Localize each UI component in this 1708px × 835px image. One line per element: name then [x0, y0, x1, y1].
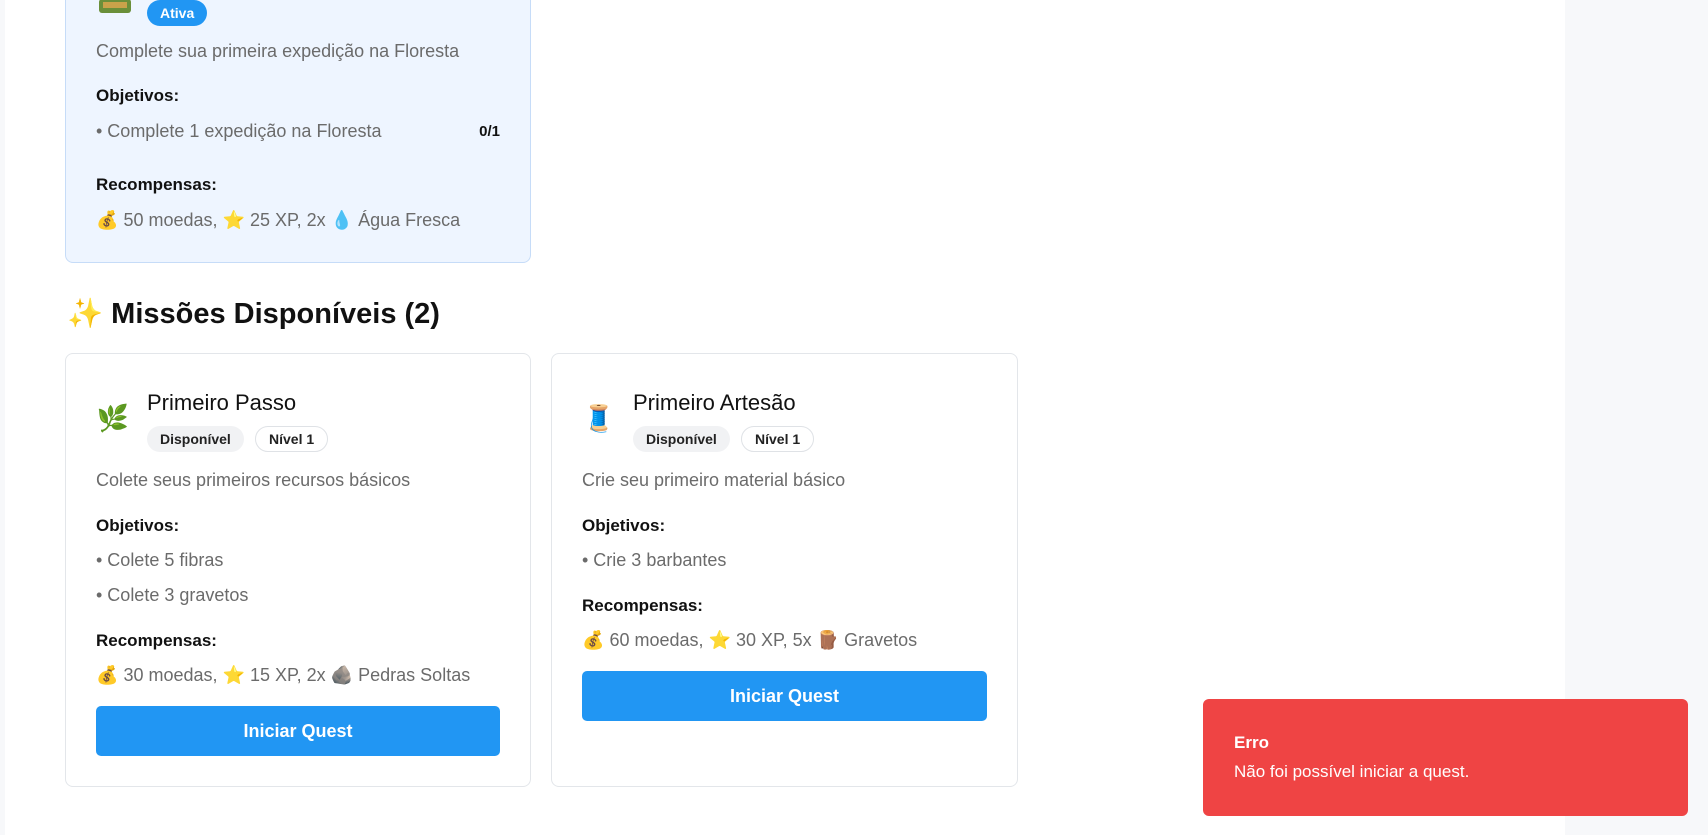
rewards-line: 💰 30 moedas, ⭐ 15 XP, 2x 🪨 Pedras Soltas — [96, 665, 470, 686]
reward-item: Água Fresca — [358, 210, 461, 230]
herb-icon: 🌿 — [96, 404, 130, 434]
objective-item: • Colete 3 gravetos — [96, 585, 249, 605]
sparkles-icon: ✨ — [67, 296, 104, 330]
quest-description: Colete seus primeiros recursos básicos — [96, 470, 411, 490]
log-icon: 🪵 — [816, 630, 840, 651]
rewards-label: Recompensas: — [96, 175, 217, 194]
thread-spool-icon: 🧵 — [582, 404, 616, 434]
objectives-label: Objetivos: — [96, 516, 180, 535]
level-badge: Nível 1 — [255, 426, 329, 452]
objective-progress: 0/1 — [479, 123, 500, 140]
quest-title: Primeiro Passo — [147, 390, 297, 415]
status-badge: Ativa — [147, 0, 208, 26]
level-badge: Nível 1 — [741, 426, 815, 452]
objectives-label: Objetivos: — [582, 516, 666, 535]
rewards-label: Recompensas: — [96, 631, 217, 650]
quest-description: Complete sua primeira expedição na Flore… — [96, 41, 460, 61]
objective-item: • Complete 1 expedição na Floresta — [96, 121, 382, 141]
toast-message: Não foi possível iniciar a quest. — [1234, 762, 1470, 781]
status-badge: Disponível — [633, 426, 730, 452]
available-missions-title: ✨ Missões Disponíveis (2) — [67, 296, 440, 331]
quest-title: Primeiro Artesão — [633, 390, 796, 415]
reward-item: Gravetos — [844, 630, 918, 650]
quest-description: Crie seu primeiro material básico — [582, 470, 846, 490]
reward-item: Pedras Soltas — [358, 665, 471, 685]
active-quest-card: Ativa Complete sua primeira expedição na… — [65, 0, 531, 263]
rewards-line: 💰 50 moedas, ⭐ 25 XP, 2x 💧 Água Fresca — [96, 210, 460, 231]
rewards-line: 💰 60 moedas, ⭐ 30 XP, 5x 🪵 Gravetos — [582, 630, 917, 651]
status-badge: Disponível — [147, 426, 244, 452]
reward-coins: 60 moedas, — [609, 630, 704, 650]
reward-xp: 30 XP, 5x — [735, 630, 812, 650]
star-icon: ⭐ — [222, 210, 245, 231]
rock-icon: 🪨 — [330, 665, 354, 686]
section-title-text: Missões Disponíveis (2) — [111, 298, 440, 330]
error-toast[interactable]: Erro Não foi possível iniciar a quest. — [1203, 699, 1688, 816]
quest-icon — [98, 0, 132, 23]
reward-xp: 25 XP, 2x — [249, 210, 326, 230]
objective-item: • Crie 3 barbantes — [582, 550, 727, 570]
star-icon: ⭐ — [222, 665, 245, 686]
water-drop-icon: 💧 — [330, 210, 354, 231]
quest-card: 🌿 Primeiro Passo Disponível Nível 1 Cole… — [65, 353, 531, 787]
toast-title: Erro — [1234, 733, 1269, 752]
rewards-label: Recompensas: — [582, 596, 703, 615]
reward-coins: 50 moedas, — [123, 210, 218, 230]
quest-card: 🧵 Primeiro Artesão Disponível Nível 1 Cr… — [551, 353, 1018, 787]
objective-item: • Colete 5 fibras — [96, 550, 224, 570]
start-quest-button[interactable]: Iniciar Quest — [96, 706, 500, 756]
star-icon: ⭐ — [708, 630, 731, 651]
reward-xp: 15 XP, 2x — [249, 665, 326, 685]
coin-bag-icon: 💰 — [96, 210, 119, 231]
coin-bag-icon: 💰 — [582, 630, 605, 651]
objectives-label: Objetivos: — [96, 86, 180, 105]
start-quest-button[interactable]: Iniciar Quest — [582, 671, 987, 721]
coin-bag-icon: 💰 — [96, 665, 119, 686]
reward-coins: 30 moedas, — [123, 665, 218, 685]
